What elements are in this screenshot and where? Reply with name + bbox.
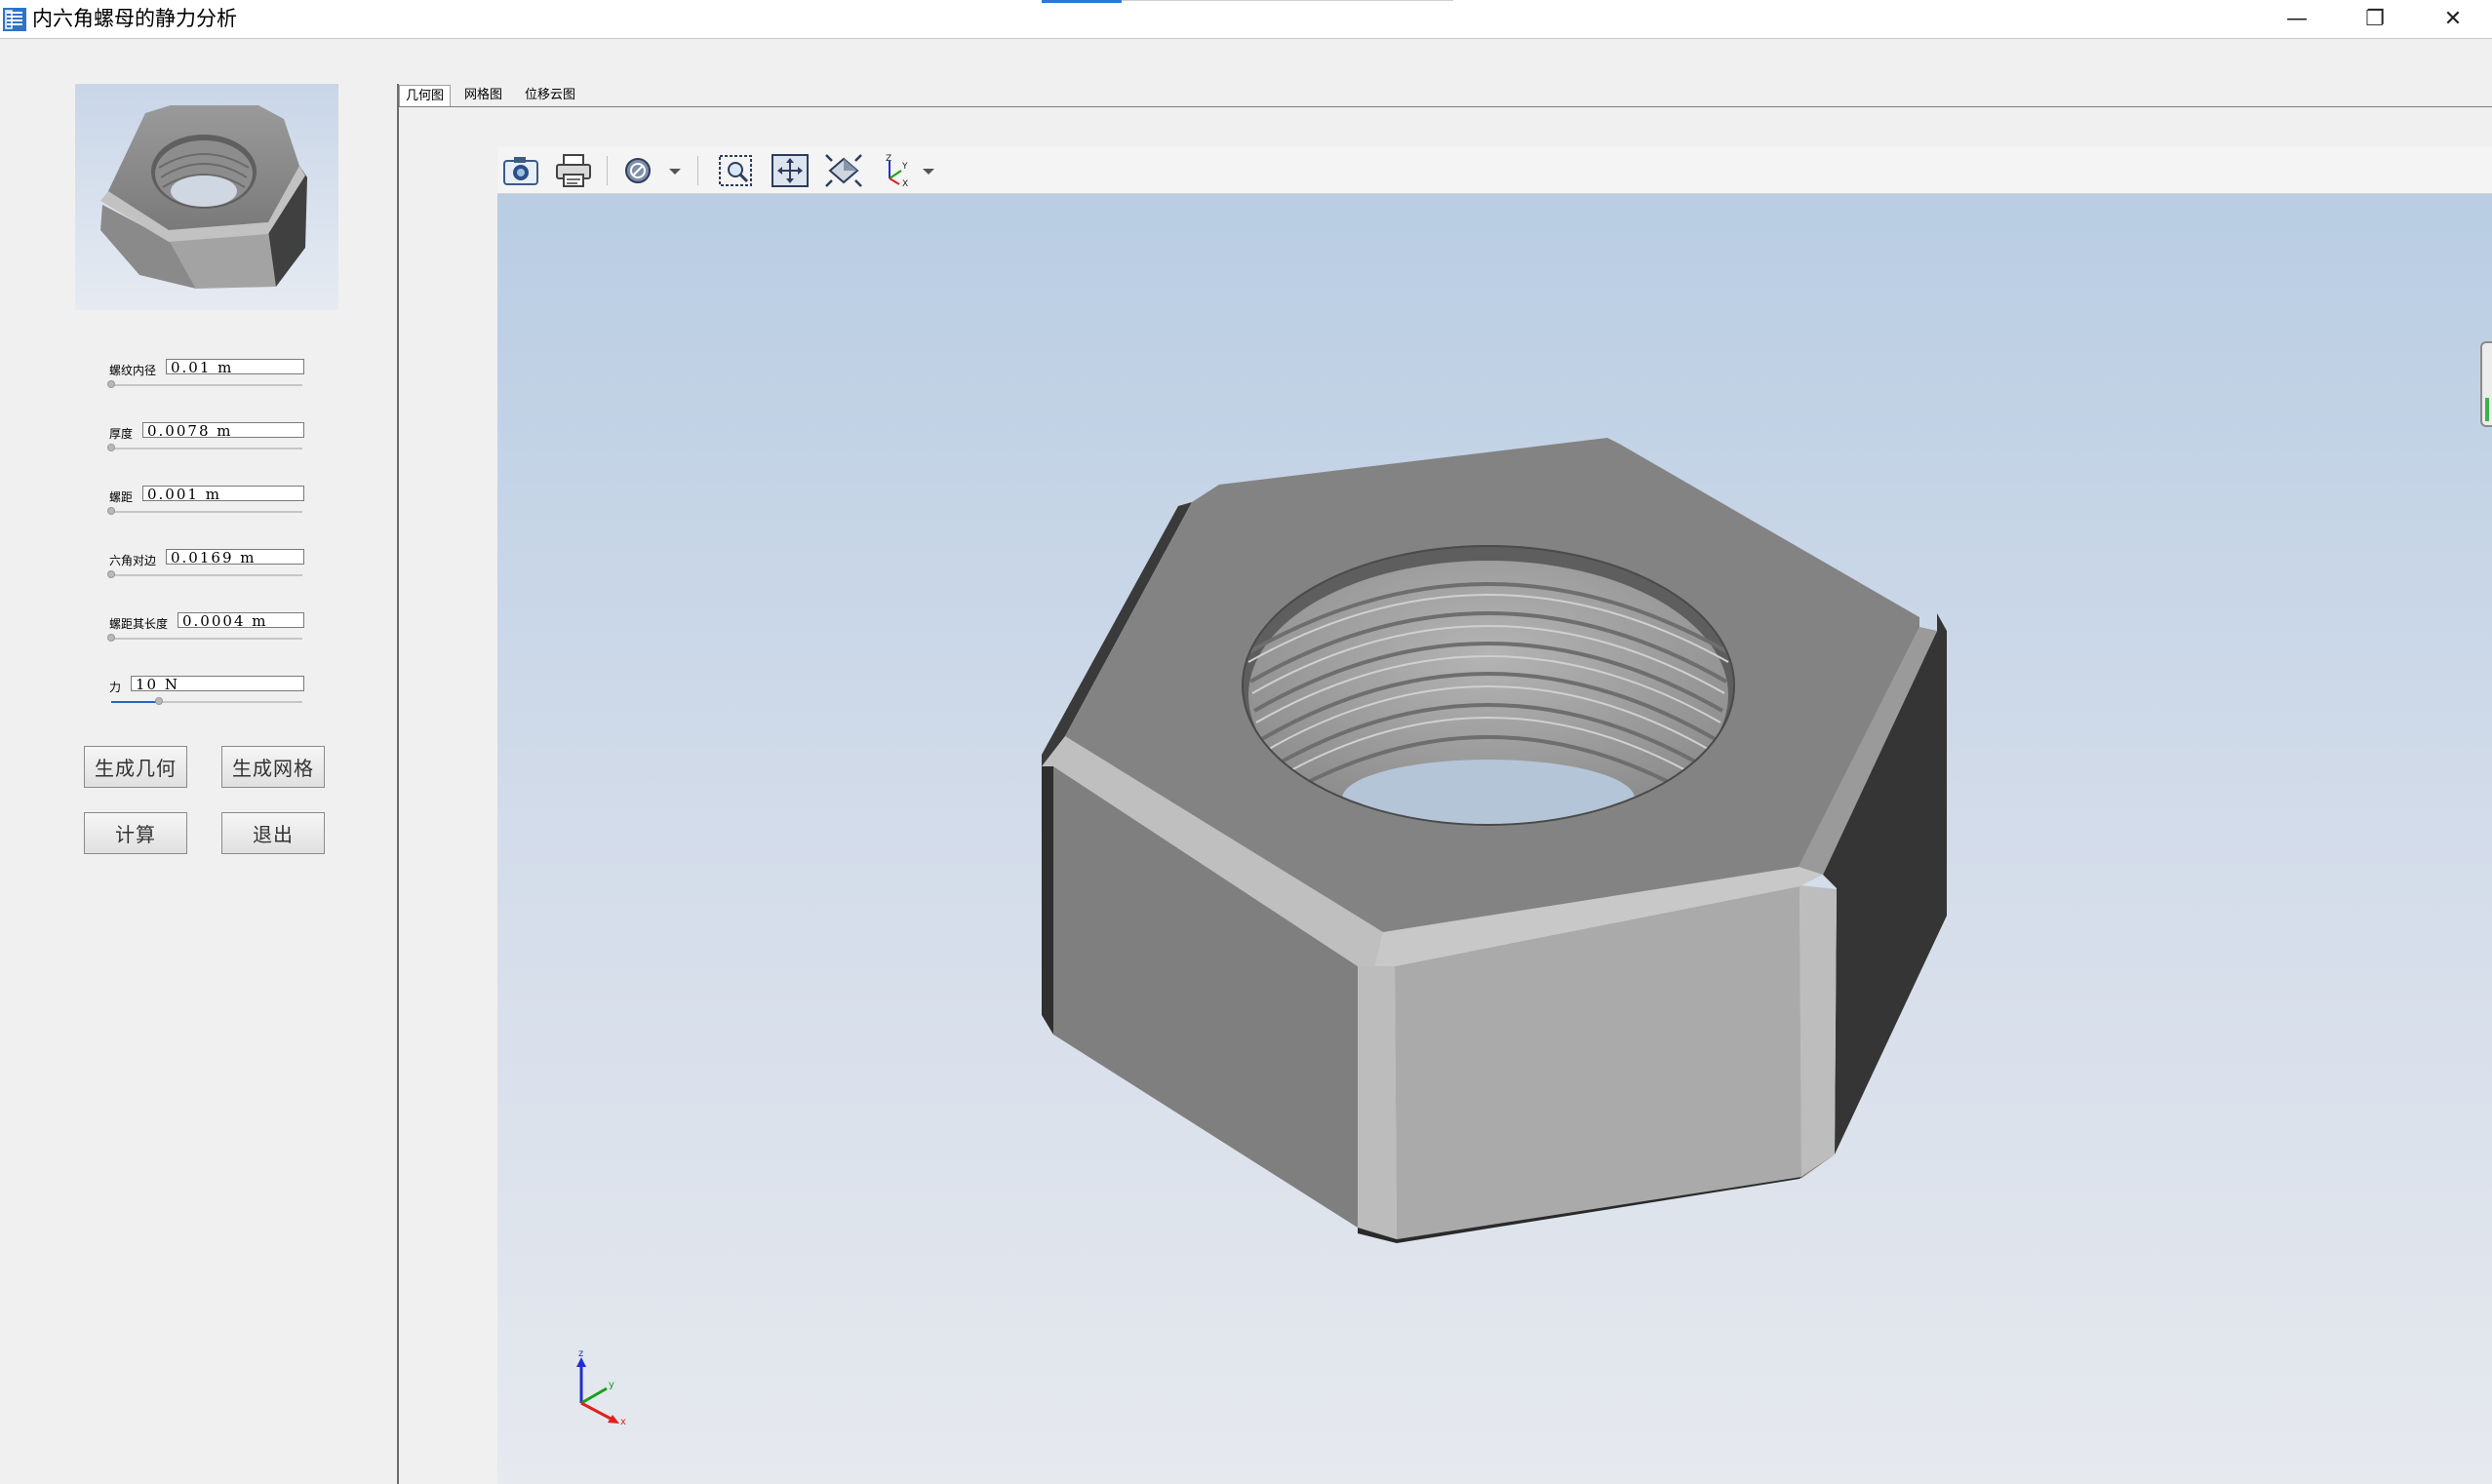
param-thread-diameter: 螺纹内径 0.01 m xyxy=(107,359,304,394)
title-accent-bar xyxy=(1042,0,1122,3)
axis-z-label: Z xyxy=(886,154,891,164)
slider-fill xyxy=(111,701,159,703)
pitch-input[interactable]: 0.001 m xyxy=(142,486,304,501)
thread-diameter-input[interactable]: 0.01 m xyxy=(166,359,304,374)
param-label: 螺距其长度 xyxy=(109,617,169,631)
triad-y-label: y xyxy=(609,1380,614,1390)
param-label: 力 xyxy=(109,681,122,694)
hex-width-input[interactable]: 0.0169 m xyxy=(166,549,304,565)
viewer-toolbar: Z Y X xyxy=(497,147,2492,194)
tab-displacement[interactable]: 位移云图 xyxy=(519,85,581,106)
axis-x-label: X xyxy=(902,179,908,188)
tab-mesh[interactable]: 网格图 xyxy=(458,85,508,106)
param-hex-width: 六角对边 0.0169 m xyxy=(107,549,304,584)
hex-width-slider[interactable] xyxy=(107,570,302,578)
axes-view-icon[interactable]: Z Y X xyxy=(878,153,917,189)
tab-baseline xyxy=(399,106,2492,107)
minimize-button[interactable]: — xyxy=(2258,0,2336,38)
force-input[interactable]: 10 N xyxy=(131,676,304,691)
exit-button[interactable]: 退出 xyxy=(221,812,325,854)
axis-triad: z y x xyxy=(576,1348,626,1427)
fit-all-icon[interactable] xyxy=(824,153,863,188)
param-pitch: 螺距 0.001 m xyxy=(107,486,304,521)
force-slider[interactable] xyxy=(111,697,302,705)
camera-icon[interactable] xyxy=(501,153,540,188)
param-thickness: 厚度 0.0078 m xyxy=(107,422,304,457)
param-label: 六角对边 xyxy=(109,554,157,567)
slider-thumb[interactable] xyxy=(107,507,115,515)
slider-thumb[interactable] xyxy=(107,444,115,451)
thread-diameter-slider[interactable] xyxy=(107,380,302,388)
maximize-button[interactable]: ❐ xyxy=(2336,0,2414,38)
display-mode-dropdown-icon[interactable] xyxy=(665,153,685,188)
triad-z-label: z xyxy=(578,1348,583,1359)
zoom-box-icon[interactable] xyxy=(717,153,756,188)
display-mode-icon[interactable] xyxy=(624,153,663,188)
window-title: 内六角螺母的静力分析 xyxy=(32,7,237,30)
title-accent-line xyxy=(1122,0,1453,1)
thickness-slider[interactable] xyxy=(107,444,302,451)
side-panel-handle-indicator xyxy=(2485,398,2489,421)
param-pitch-length: 螺距其长度 0.0004 m xyxy=(107,612,304,647)
axis-y-label: Y xyxy=(901,162,908,172)
nut-preview-image xyxy=(75,84,338,310)
print-icon[interactable] xyxy=(554,153,593,188)
title-bar: 内六角螺母的静力分析 — ❐ ✕ xyxy=(0,0,2492,39)
slider-thumb[interactable] xyxy=(107,570,115,578)
generate-mesh-button[interactable]: 生成网格 xyxy=(221,746,325,788)
pitch-length-slider[interactable] xyxy=(107,634,302,642)
pitch-length-input[interactable]: 0.0004 m xyxy=(178,612,304,628)
thickness-input[interactable]: 0.0078 m xyxy=(142,422,304,438)
pitch-slider[interactable] xyxy=(107,507,302,515)
slider-thumb[interactable] xyxy=(107,380,115,388)
compute-button[interactable]: 计算 xyxy=(84,812,187,854)
panel-divider[interactable] xyxy=(397,84,399,1484)
hex-nut-model: z y x xyxy=(576,438,1947,1427)
generate-geometry-button[interactable]: 生成几何 xyxy=(84,746,187,788)
param-label: 厚度 xyxy=(109,427,134,441)
param-label: 螺纹内径 xyxy=(109,364,157,377)
param-label: 螺距 xyxy=(109,490,134,504)
param-force: 力 10 N xyxy=(109,676,304,711)
app-icon xyxy=(2,7,27,32)
slider-thumb[interactable] xyxy=(107,634,115,642)
pan-icon[interactable] xyxy=(771,153,810,188)
toolbar-separator xyxy=(607,156,608,185)
slider-thumb[interactable] xyxy=(155,697,163,705)
tab-geometry[interactable]: 几何图 xyxy=(399,85,452,107)
3d-viewport[interactable]: z y x xyxy=(497,194,2492,1484)
triad-x-label: x xyxy=(620,1417,626,1427)
toolbar-separator xyxy=(697,156,698,185)
axes-view-dropdown-icon[interactable] xyxy=(919,153,938,188)
close-button[interactable]: ✕ xyxy=(2414,0,2492,38)
